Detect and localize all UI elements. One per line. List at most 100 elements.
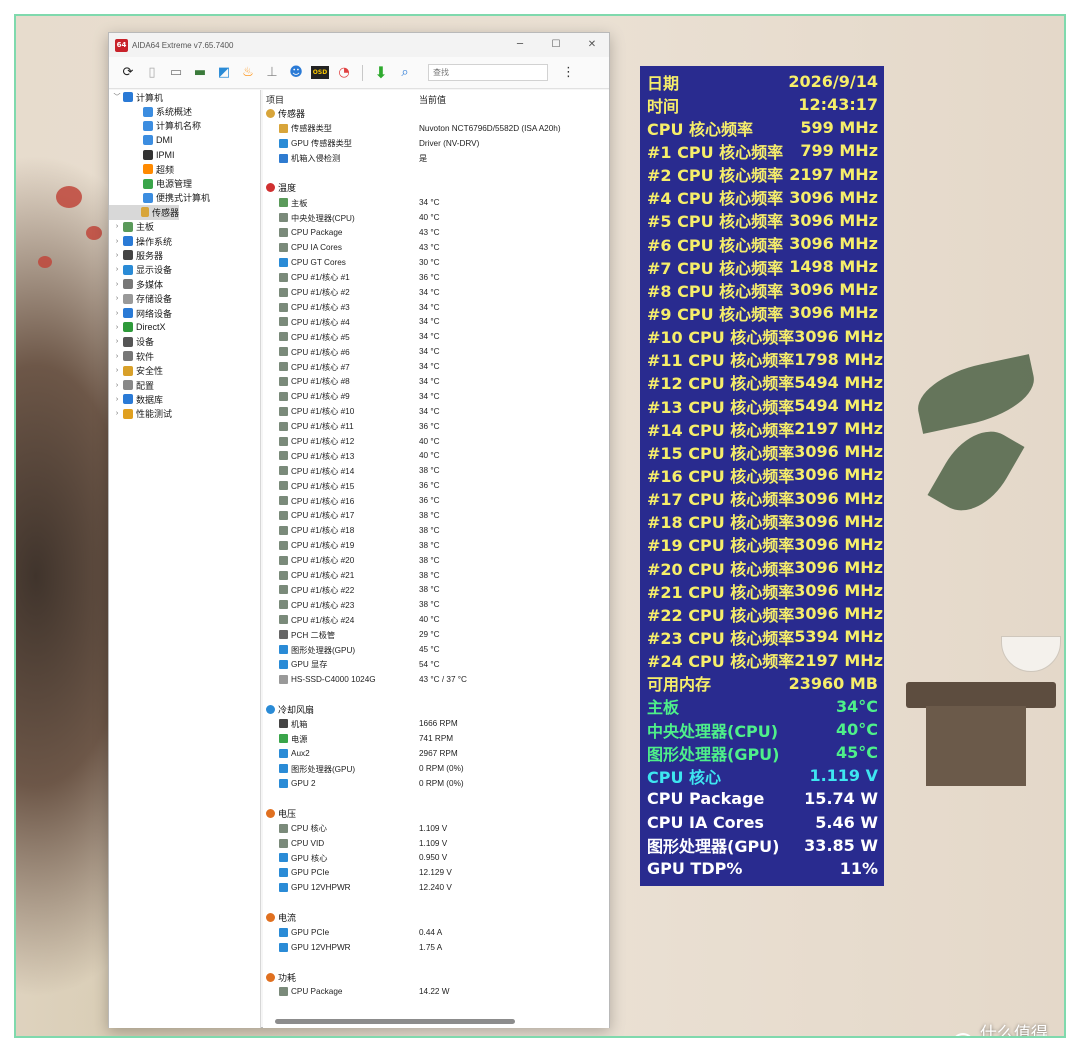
sensor-row[interactable]: GPU PCIe 0.44 A (263, 925, 609, 940)
more-menu-icon[interactable]: ⋮ (562, 65, 575, 80)
expand-chevron-icon[interactable]: ﹀ (113, 92, 121, 102)
expand-chevron-icon[interactable]: › (113, 310, 121, 317)
tree-item[interactable]: › 性能测试 (109, 407, 260, 421)
title-bar[interactable]: 64 AIDA64 Extreme v7.65.7400 ─ ☐ ✕ (109, 33, 609, 57)
download-icon[interactable]: ⬇ (372, 63, 390, 82)
expand-chevron-icon[interactable]: › (113, 223, 121, 230)
tree-item[interactable]: 传感器 (109, 205, 179, 220)
sensor-row[interactable]: CPU GT Cores 30 °C (263, 255, 609, 270)
sensor-row[interactable]: PCH 二极管 29 °C (263, 627, 609, 642)
sensor-row[interactable]: CPU #1/核心 #4 34 °C (263, 314, 609, 329)
tree-item[interactable]: › 多媒体 (109, 277, 260, 291)
minimize-button[interactable]: ─ (513, 38, 527, 52)
tree-item[interactable]: › 网络设备 (109, 306, 260, 320)
expand-chevron-icon[interactable]: › (113, 410, 121, 417)
sensor-row[interactable]: CPU #1/核心 #13 40 °C (263, 448, 609, 463)
gauge-icon[interactable]: ◔ (335, 64, 353, 82)
sensor-row[interactable]: CPU 核心 1.109 V (263, 821, 609, 836)
sensor-row[interactable]: CPU #1/核心 #2 34 °C (263, 285, 609, 300)
tree-item[interactable]: › 配置 (109, 378, 260, 392)
memory-icon[interactable]: ▬ (191, 64, 209, 82)
sensor-row[interactable]: CPU #1/核心 #18 38 °C (263, 523, 609, 538)
sensor-row[interactable]: GPU 12VHPWR 1.75 A (263, 940, 609, 955)
sensor-row[interactable]: 中央处理器(CPU) 40 °C (263, 210, 609, 225)
sensor-row[interactable]: CPU #1/核心 #14 38 °C (263, 463, 609, 478)
column-header-item[interactable]: 项目 (266, 93, 284, 106)
sensor-row[interactable]: GPU 传感器类型 Driver (NV-DRV) (263, 136, 609, 151)
flame-icon[interactable]: ♨ (239, 64, 257, 82)
sensor-row[interactable]: 机箱入侵检测 是 (263, 151, 609, 166)
search-icon[interactable]: ⌕ (396, 64, 414, 82)
expand-chevron-icon[interactable]: › (113, 252, 121, 259)
sensor-row[interactable]: 主板 34 °C (263, 195, 609, 210)
tree-item[interactable]: IPMI (109, 148, 260, 162)
expand-chevron-icon[interactable]: › (113, 353, 121, 360)
sensor-row[interactable]: GPU PCIe 12.129 V (263, 865, 609, 880)
osd-icon[interactable]: OSD (310, 64, 330, 82)
sensor-row[interactable]: 传感器类型 Nuvoton NCT6796D/5582D (ISA A20h) (263, 121, 609, 136)
sensor-row[interactable]: CPU #1/核心 #16 36 °C (263, 493, 609, 508)
expand-chevron-icon[interactable]: › (113, 238, 121, 245)
sensor-row[interactable]: 电源 741 RPM (263, 731, 609, 746)
column-header-value[interactable]: 当前值 (419, 93, 446, 106)
tree-item[interactable]: 计算机名称 (109, 119, 260, 133)
tree-item[interactable]: › 主板 (109, 220, 260, 234)
tree-item[interactable]: › 设备 (109, 335, 260, 349)
tree-item[interactable]: ﹀ 计算机 (109, 90, 260, 104)
expand-chevron-icon[interactable]: › (113, 266, 121, 273)
tree-item[interactable]: › DirectX (109, 320, 260, 334)
sensor-row[interactable]: CPU #1/核心 #22 38 °C (263, 583, 609, 598)
horizontal-scrollbar[interactable] (275, 1019, 515, 1024)
tree-item[interactable]: 电源管理 (109, 176, 260, 190)
tree-item[interactable]: DMI (109, 133, 260, 147)
expand-chevron-icon[interactable]: › (113, 367, 121, 374)
tree-item[interactable]: › 显示设备 (109, 263, 260, 277)
tree-item[interactable]: › 服务器 (109, 248, 260, 262)
sensor-group-header[interactable]: 功耗 (263, 970, 609, 985)
sensor-group-header[interactable]: 电流 (263, 910, 609, 925)
sensor-row[interactable]: CPU #1/核心 #17 38 °C (263, 508, 609, 523)
sensor-row[interactable]: CPU #1/核心 #8 34 °C (263, 374, 609, 389)
sensor-group-header[interactable]: 冷却风扇 (263, 702, 609, 717)
tree-item[interactable]: 系统概述 (109, 104, 260, 118)
sensor-row[interactable]: CPU #1/核心 #11 36 °C (263, 419, 609, 434)
sensor-row[interactable]: CPU #1/核心 #20 38 °C (263, 553, 609, 568)
sensor-row[interactable]: CPU #1/核心 #19 38 °C (263, 538, 609, 553)
report-icon[interactable]: ▯ (143, 64, 161, 82)
computer-icon[interactable]: ▭ (167, 64, 185, 82)
sensor-row[interactable]: 机箱 1666 RPM (263, 717, 609, 732)
sensor-row[interactable]: CPU #1/核心 #7 34 °C (263, 359, 609, 374)
sensor-row[interactable]: CPU #1/核心 #10 34 °C (263, 404, 609, 419)
tree-item[interactable]: › 安全性 (109, 363, 260, 377)
user-icon[interactable]: ☻ (287, 64, 305, 82)
plug-icon[interactable]: ⊥ (263, 64, 281, 82)
tree-item[interactable]: › 软件 (109, 349, 260, 363)
sensor-row[interactable]: CPU #1/核心 #6 34 °C (263, 344, 609, 359)
sensor-row[interactable]: CPU #1/核心 #5 34 °C (263, 329, 609, 344)
tree-item[interactable]: 超频 (109, 162, 260, 176)
sensor-row[interactable]: CPU IA Cores 43 °C (263, 240, 609, 255)
sensor-row[interactable]: CPU Package 14.22 W (263, 985, 609, 1000)
sensor-row[interactable]: GPU 2 0 RPM (0%) (263, 776, 609, 791)
sensor-row[interactable]: GPU 12VHPWR 12.240 V (263, 880, 609, 895)
expand-chevron-icon[interactable]: › (113, 281, 121, 288)
sensor-row[interactable]: CPU #1/核心 #9 34 °C (263, 389, 609, 404)
sensor-row[interactable]: 图形处理器(GPU) 0 RPM (0%) (263, 761, 609, 776)
sensor-row[interactable]: CPU #1/核心 #24 40 °C (263, 612, 609, 627)
expand-chevron-icon[interactable]: › (113, 382, 121, 389)
sensor-group-header[interactable]: 温度 (263, 180, 609, 195)
sensor-row[interactable]: CPU Package 43 °C (263, 225, 609, 240)
sensor-row[interactable]: CPU #1/核心 #15 36 °C (263, 478, 609, 493)
sensor-row[interactable]: HS-SSD-C4000 1024G 43 °C / 37 °C (263, 672, 609, 687)
tree-item[interactable]: › 数据库 (109, 392, 260, 406)
expand-chevron-icon[interactable]: › (113, 295, 121, 302)
sensor-row[interactable]: Aux2 2967 RPM (263, 746, 609, 761)
refresh-icon[interactable]: ⟳ (119, 64, 137, 82)
sensor-row[interactable]: GPU 核心 0.950 V (263, 851, 609, 866)
sensor-row[interactable]: CPU #1/核心 #21 38 °C (263, 568, 609, 583)
network-icon[interactable]: ◩ (215, 64, 233, 82)
sensor-group-header[interactable]: 传感器 (263, 106, 609, 121)
expand-chevron-icon[interactable]: › (113, 396, 121, 403)
tree-item[interactable]: › 存储设备 (109, 291, 260, 305)
sensor-row[interactable]: CPU #1/核心 #1 36 °C (263, 270, 609, 285)
